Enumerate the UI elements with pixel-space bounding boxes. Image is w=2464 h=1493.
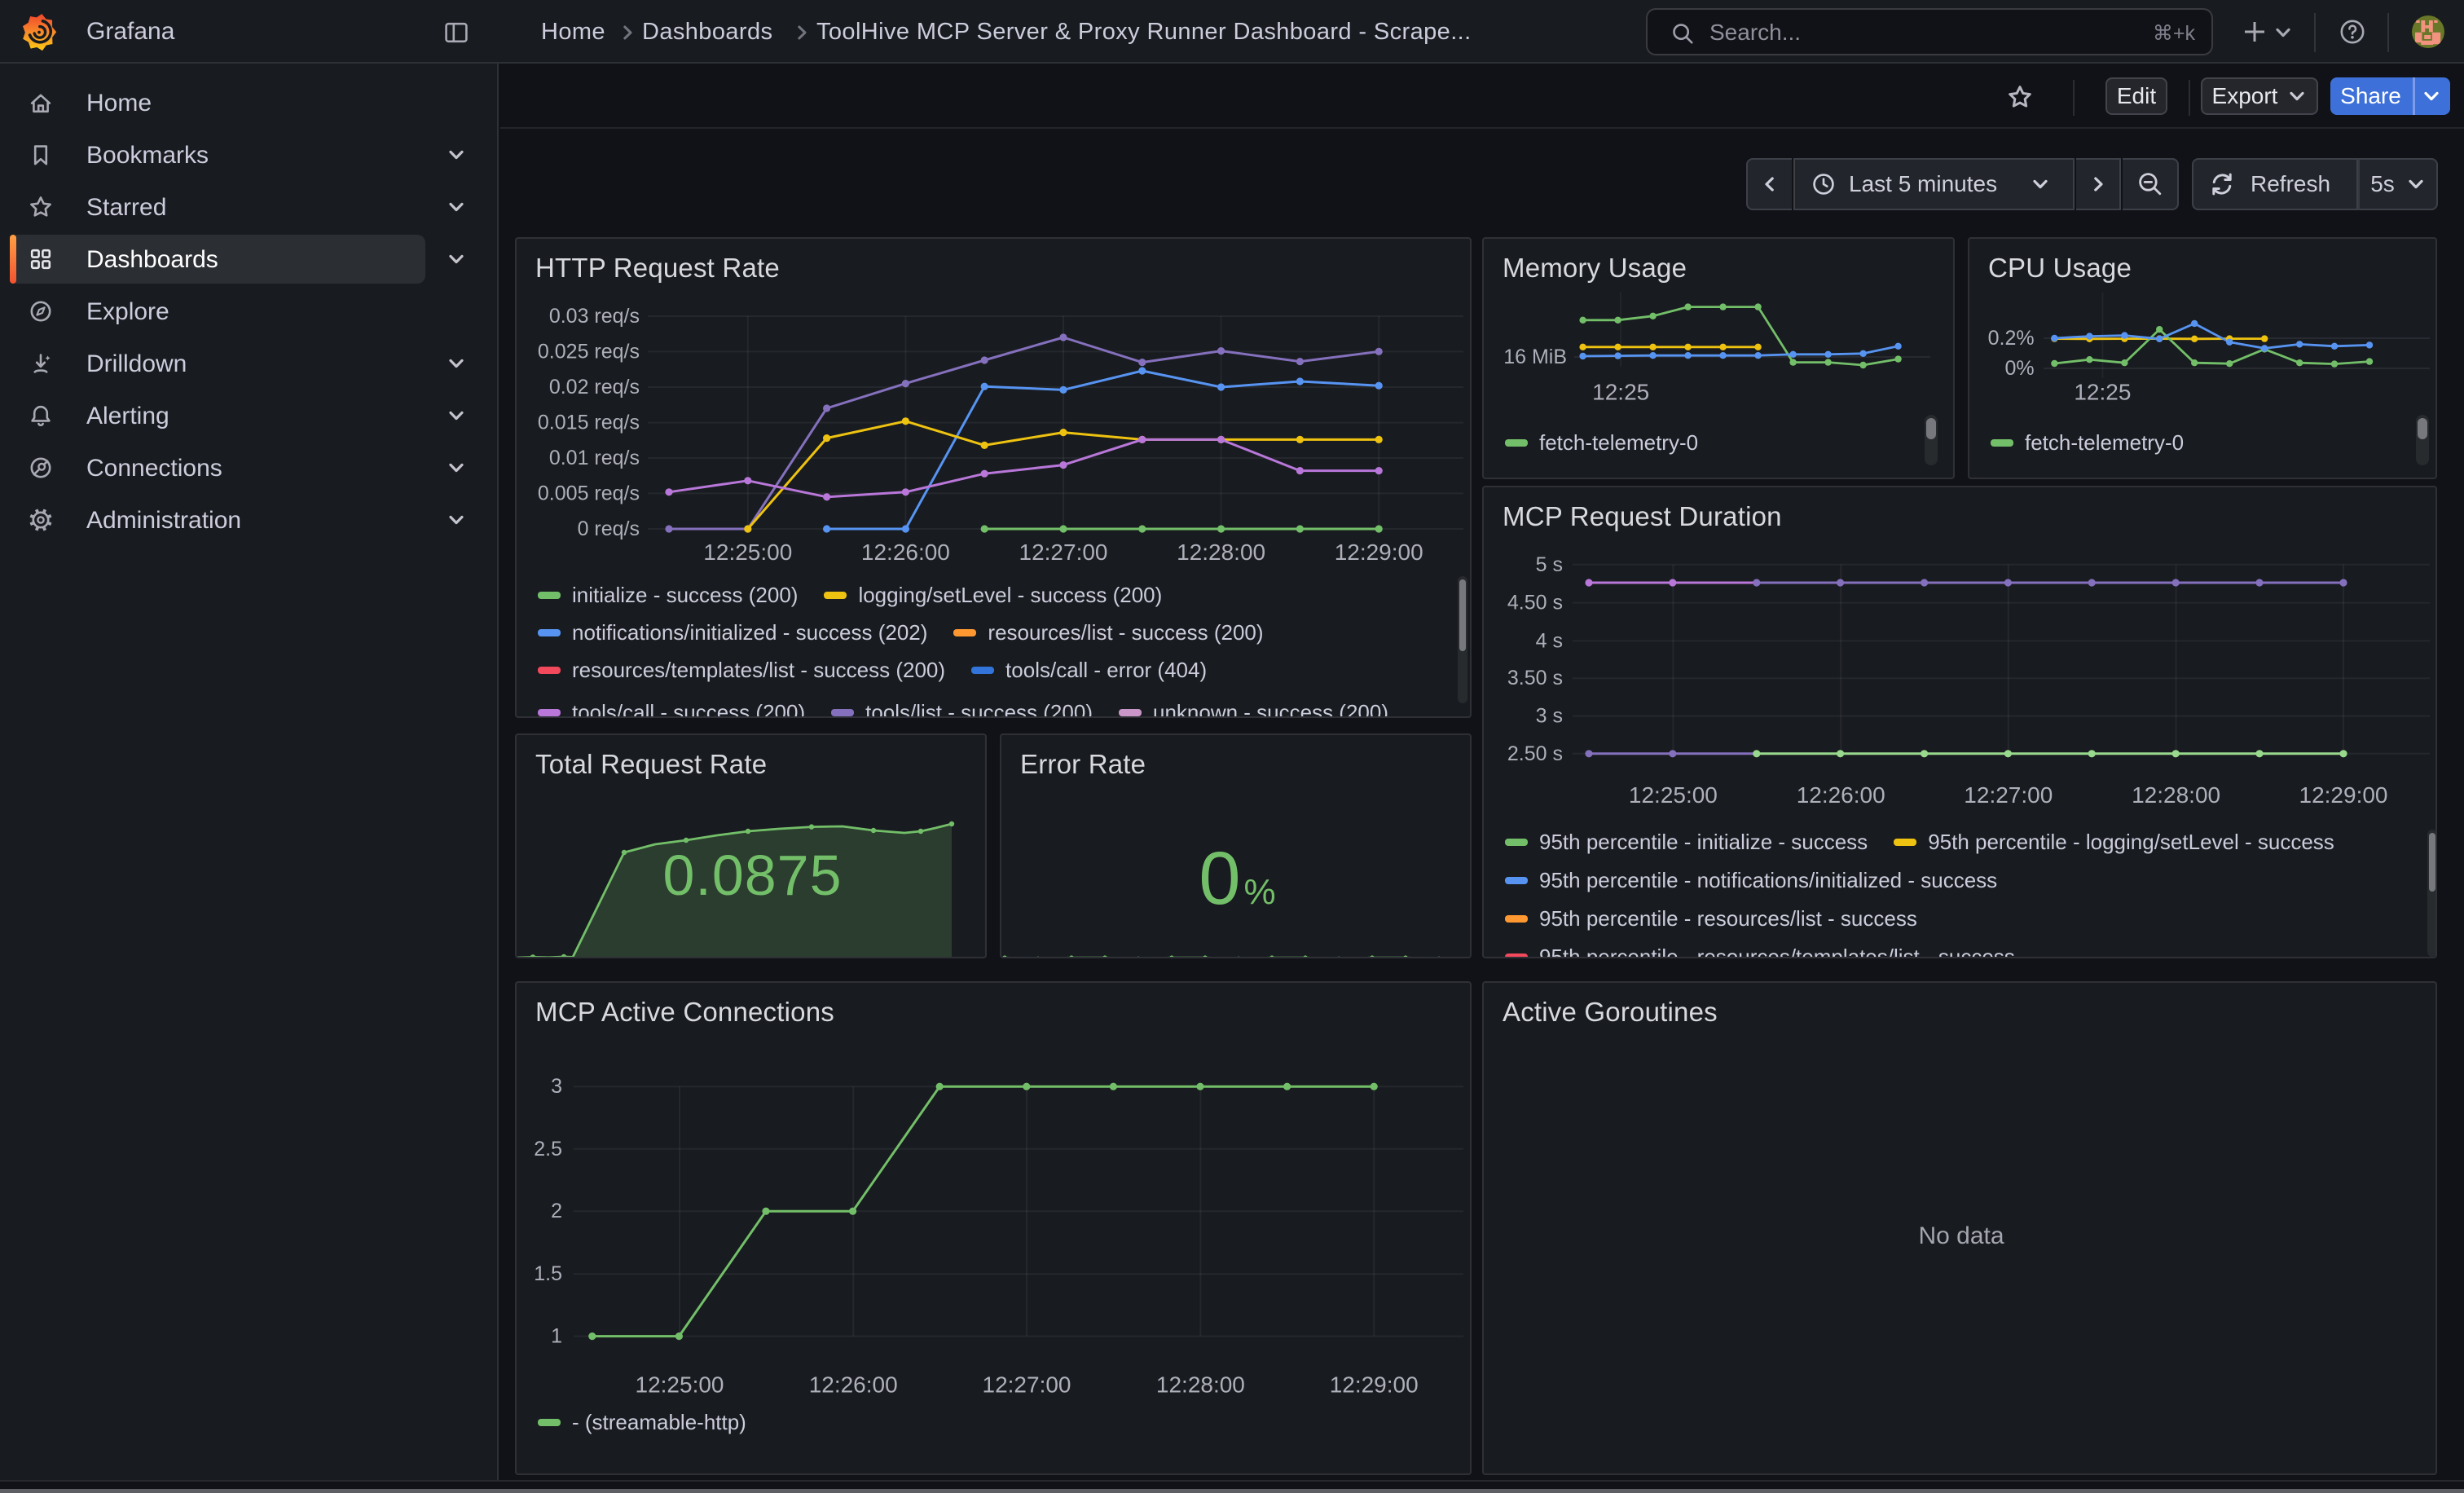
svg-text:0.005 req/s: 0.005 req/s [538, 482, 640, 504]
svg-text:12:25: 12:25 [1592, 380, 1649, 405]
svg-text:0.2%: 0.2% [1988, 327, 2035, 350]
svg-text:12:26:00: 12:26:00 [809, 1372, 898, 1398]
svg-text:5 s: 5 s [1536, 553, 1563, 576]
svg-text:3.50 s: 3.50 s [1507, 667, 1563, 689]
svg-text:0.015 req/s: 0.015 req/s [538, 412, 640, 434]
svg-text:12:29:00: 12:29:00 [1330, 1372, 1419, 1398]
svg-text:12:25:00: 12:25:00 [636, 1372, 724, 1398]
svg-text:2: 2 [551, 1200, 562, 1222]
svg-text:12:25: 12:25 [2074, 380, 2131, 405]
svg-text:12:28:00: 12:28:00 [2132, 782, 2220, 808]
svg-text:0%: 0% [2004, 357, 2034, 380]
svg-text:4.50 s: 4.50 s [1507, 592, 1563, 614]
svg-text:12:25:00: 12:25:00 [1629, 782, 1718, 808]
svg-text:12:26:00: 12:26:00 [1797, 782, 1885, 808]
svg-text:4 s: 4 s [1536, 629, 1563, 652]
svg-text:0.025 req/s: 0.025 req/s [538, 340, 640, 363]
svg-text:0.03 req/s: 0.03 req/s [549, 305, 640, 328]
svg-text:16 MiB: 16 MiB [1503, 346, 1567, 368]
svg-text:12:27:00: 12:27:00 [1019, 540, 1108, 565]
svg-text:12:27:00: 12:27:00 [1964, 782, 2053, 808]
svg-text:12:29:00: 12:29:00 [1335, 540, 1423, 565]
svg-text:12:25:00: 12:25:00 [703, 540, 792, 565]
svg-text:12:28:00: 12:28:00 [1156, 1372, 1245, 1398]
svg-text:12:28:00: 12:28:00 [1177, 540, 1265, 565]
svg-text:12:26:00: 12:26:00 [861, 540, 950, 565]
svg-text:0.02 req/s: 0.02 req/s [549, 376, 640, 399]
svg-text:1.5: 1.5 [534, 1262, 562, 1285]
svg-text:2.5: 2.5 [534, 1138, 562, 1160]
svg-text:12:29:00: 12:29:00 [2299, 782, 2388, 808]
svg-text:1: 1 [551, 1325, 562, 1348]
svg-text:0.01 req/s: 0.01 req/s [549, 447, 640, 469]
svg-text:0 req/s: 0 req/s [578, 517, 640, 540]
svg-text:2.50 s: 2.50 s [1507, 742, 1563, 765]
svg-text:12:27:00: 12:27:00 [983, 1372, 1071, 1398]
svg-text:3: 3 [551, 1075, 562, 1098]
svg-text:3 s: 3 s [1536, 705, 1563, 728]
